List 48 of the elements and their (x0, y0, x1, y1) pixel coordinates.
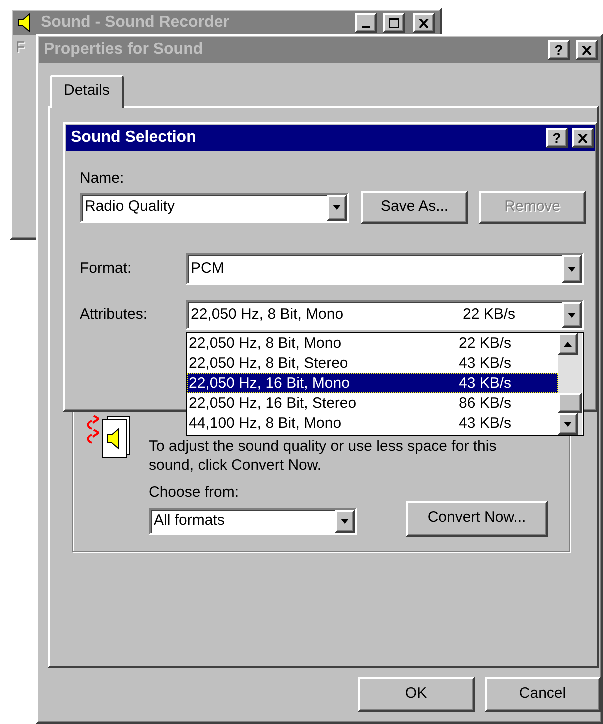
format-dropdown[interactable]: PCM (186, 253, 584, 285)
maximize-button[interactable] (383, 13, 405, 33)
window-title: Properties for Sound (44, 40, 204, 60)
dropdown-arrow-button[interactable] (335, 510, 355, 533)
scroll-down-button[interactable] (558, 413, 578, 435)
down-triangle-icon (341, 519, 349, 524)
field-label: Attributes: (80, 304, 149, 325)
instruction-text: To adjust the sound quality or use less space for this sound, click Convert Now. (149, 437, 498, 475)
window-title: Sound - Sound Recorder (41, 13, 230, 33)
help-button[interactable]: ? (546, 128, 568, 148)
field-label: Name: (80, 169, 126, 188)
help-button[interactable]: ? (548, 40, 570, 60)
down-triangle-icon (568, 266, 576, 272)
down-triangle-icon (568, 312, 576, 318)
tab[interactable]: Details (50, 75, 124, 108)
scroll-up-button[interactable] (558, 333, 578, 355)
list-item[interactable]: 22,050 Hz, 8 Bit, Stereo 43 KB/s (187, 353, 558, 373)
dialog-button[interactable]: Save As... (361, 191, 468, 224)
maximize-icon (389, 18, 399, 28)
up-triangle-icon (564, 342, 572, 346)
scroll-thumb[interactable] (558, 393, 582, 413)
close-icon (578, 134, 588, 142)
minimize-button[interactable] (355, 13, 377, 33)
name-dropdown[interactable]: Radio Quality (80, 192, 350, 222)
dialog-button: Remove (479, 191, 586, 224)
close-button[interactable] (576, 40, 598, 60)
down-triangle-icon (333, 205, 342, 210)
minimize-icon (362, 26, 370, 28)
field-label: Format: (80, 258, 133, 279)
down-triangle-icon (564, 422, 572, 426)
close-button[interactable] (572, 128, 594, 148)
scrollbar[interactable] (558, 333, 582, 435)
dialog-title: Sound Selection (71, 128, 198, 148)
dialog-button[interactable]: OK (358, 677, 474, 712)
field-label: Choose from: (149, 483, 240, 503)
close-icon (419, 18, 429, 28)
dialog-button[interactable]: Cancel (484, 677, 601, 712)
format-dropdown[interactable]: All formats (149, 508, 357, 535)
list-item[interactable]: 22,050 Hz, 8 Bit, Mono 22 KB/s (187, 333, 558, 353)
list-item[interactable]: 44,100 Hz, 8 Bit, Mono 43 KB/s (187, 413, 558, 433)
close-icon (582, 46, 592, 54)
list-item[interactable]: 22,050 Hz, 16 Bit, Mono 43 KB/s (187, 373, 558, 393)
dropdown-arrow-button[interactable] (327, 194, 348, 220)
dropdown-arrow-button[interactable] (562, 302, 582, 328)
convert-now-button[interactable]: Convert Now... (406, 500, 548, 536)
dropdown-arrow-button[interactable] (562, 255, 582, 283)
list-item[interactable]: 22,050 Hz, 16 Bit, Stereo 86 KB/s (187, 393, 558, 413)
close-button[interactable] (413, 13, 435, 33)
